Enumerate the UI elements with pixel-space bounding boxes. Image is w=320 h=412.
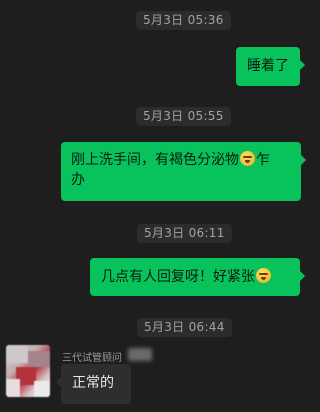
message-text: 正常的 <box>72 375 114 391</box>
timestamp: 5月3日 06:11 <box>137 224 232 243</box>
message-bubble-incoming[interactable]: 正常的 <box>56 364 131 404</box>
message-text: 睡着了 <box>247 58 289 74</box>
message-bubble-outgoing[interactable]: 几点有人回复呀！好紧张 <box>90 258 305 296</box>
message-bubble-outgoing[interactable]: 刚上洗手间，有褐色分泌物 乍 办 <box>61 142 306 201</box>
timestamp: 5月3日 06:44 <box>137 318 232 337</box>
sender-name: 三代试管顾问 <box>62 353 122 364</box>
message-text: 几点有人回复呀！好紧张 <box>101 269 255 285</box>
timestamp: 5月3日 05:55 <box>136 107 231 126</box>
avatar[interactable] <box>6 345 50 397</box>
timestamp: 5月3日 05:36 <box>136 11 231 30</box>
grimace-emoji-icon <box>240 151 255 166</box>
message-text: 乍 <box>256 152 270 168</box>
message-bubble-outgoing[interactable]: 睡着了 <box>236 47 305 86</box>
message-text: 办 <box>71 172 85 188</box>
message-text: 刚上洗手间，有褐色分泌物 <box>71 152 239 168</box>
sender-name-redaction <box>128 348 152 361</box>
nervous-emoji-icon <box>256 268 271 283</box>
